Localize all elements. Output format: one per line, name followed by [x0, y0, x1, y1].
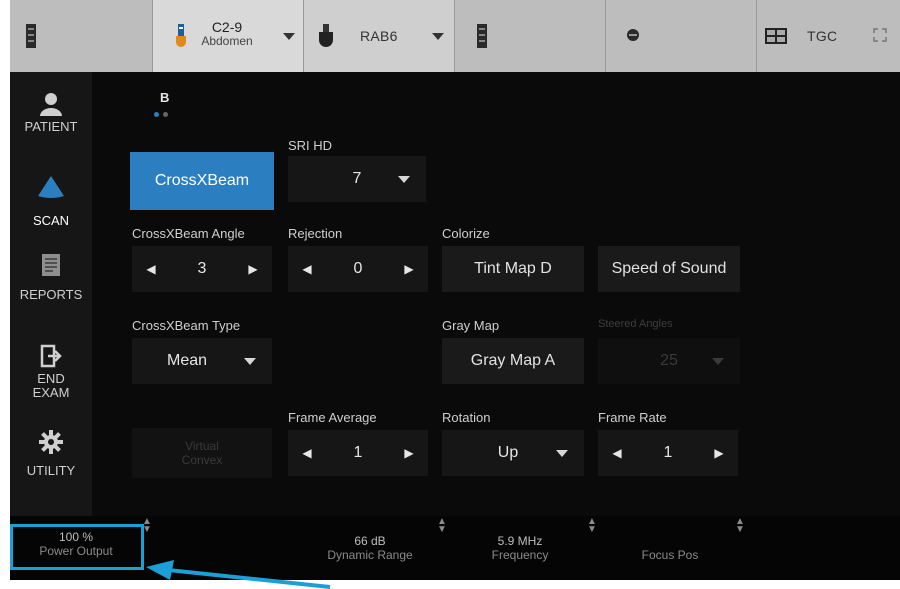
probe-slot-rab6[interactable]: RAB6 — [304, 0, 455, 72]
chevron-down-icon[interactable] — [432, 33, 444, 40]
focus-pos-name: Focus Pos — [641, 548, 699, 562]
probe-name: RAB6 — [360, 28, 398, 44]
gray-map-label: Gray Map — [442, 318, 500, 333]
probe-slot-empty-2[interactable] — [455, 0, 606, 72]
mode-label: B — [160, 90, 170, 105]
frequency-stat[interactable]: 5.9 MHz Frequency — [470, 534, 570, 563]
sidebar-item-end-exam[interactable]: END EXAM — [10, 344, 92, 399]
chevron-left-icon[interactable]: ◀ — [610, 446, 624, 460]
chevron-right-icon[interactable]: ▶ — [402, 262, 416, 276]
chevron-down-icon — [244, 358, 256, 365]
chevron-left-icon[interactable]: ◀ — [300, 262, 314, 276]
sidebar-item-label: PATIENT — [24, 119, 78, 134]
page-dot-active — [154, 112, 159, 117]
chevron-right-icon[interactable]: ▶ — [246, 262, 260, 276]
updown-icon[interactable]: ▲ ▼ — [437, 517, 447, 535]
sidebar: PATIENT SCAN REPORTS END EXAM UTILITY — [10, 72, 92, 516]
sidebar-item-label: REPORTS — [19, 287, 83, 302]
dynamic-range-stat[interactable]: 66 dB Dynamic Range — [310, 534, 430, 563]
chevron-down-icon — [712, 358, 724, 365]
tgc-button[interactable]: TGC — [757, 0, 900, 72]
frame-average-label: Frame Average — [288, 410, 377, 425]
probe-slot-empty-1[interactable] — [10, 0, 153, 72]
sidebar-item-scan[interactable]: SCAN — [10, 176, 92, 228]
rejection-stepper[interactable]: ◀ 0 ▶ — [288, 246, 428, 292]
steered-angles-value: 25 — [660, 352, 678, 369]
reports-icon — [42, 254, 60, 276]
updown-icon[interactable]: ▲ ▼ — [587, 517, 597, 535]
page-indicator[interactable] — [154, 112, 168, 117]
updown-icon[interactable]: ▲ ▼ — [735, 517, 745, 535]
power-output-highlight-box — [10, 524, 144, 570]
expand-icon[interactable] — [873, 28, 887, 42]
sidebar-item-label: UTILITY — [26, 463, 76, 478]
crossxbeam-angle-value: 3 — [197, 260, 207, 277]
colorize-label: Colorize — [442, 226, 490, 241]
ultrasound-screen: C2-9 Abdomen RAB6 TGC PATIENT SCAN REPOR… — [10, 0, 900, 580]
virtual-convex-label: Virtual Convex — [181, 438, 223, 467]
focus-pos-stat[interactable]: Focus Pos — [610, 534, 730, 562]
crossxbeam-type-value: Mean — [166, 352, 208, 369]
probe-name: C2-9 — [211, 19, 243, 35]
probe-connector-icon — [26, 24, 36, 48]
frame-average-value: 1 — [353, 444, 363, 461]
frame-rate-stepper[interactable]: ◀ 1 ▶ — [598, 430, 738, 476]
probe-icon — [176, 24, 186, 47]
dynamic-range-name: Dynamic Range — [327, 548, 413, 563]
dynamic-range-value: 66 dB — [354, 534, 386, 548]
colorize-button[interactable]: Tint Map D — [442, 246, 584, 292]
sidebar-item-patient[interactable]: PATIENT — [10, 92, 92, 134]
crossxbeam-angle-label: CrossXBeam Angle — [132, 226, 245, 241]
probe-slot-c2-9[interactable]: C2-9 Abdomen — [153, 0, 304, 72]
chevron-left-icon[interactable]: ◀ — [144, 262, 158, 276]
rejection-value: 0 — [353, 260, 363, 277]
speed-of-sound-button[interactable]: Speed of Sound — [598, 246, 740, 292]
probe-connector-icon — [477, 24, 487, 48]
probe-bar: C2-9 Abdomen RAB6 TGC — [10, 0, 900, 72]
patient-icon — [40, 93, 62, 116]
chevron-down-icon — [398, 176, 410, 183]
focus-pos-value — [610, 534, 730, 548]
frame-average-stepper[interactable]: ◀ 1 ▶ — [288, 430, 428, 476]
rejection-label: Rejection — [288, 226, 343, 241]
sidebar-item-reports[interactable]: REPORTS — [10, 252, 92, 302]
probe-pencil-icon — [627, 29, 639, 41]
page-dot — [163, 112, 168, 117]
control-panel: B CrossXBeam SRI HD 7 CrossXBeam Angle R… — [92, 72, 900, 516]
probe-slot-pencil[interactable] — [606, 0, 757, 72]
rotation-label: Rotation — [442, 410, 491, 425]
gear-icon — [39, 430, 63, 454]
chevron-right-icon[interactable]: ▶ — [712, 446, 726, 460]
scan-icon — [38, 176, 64, 198]
crossxbeam-type-dropdown[interactable]: Mean — [132, 338, 272, 384]
virtual-convex-button: Virtual Convex — [132, 428, 272, 478]
rotation-dropdown[interactable]: Up — [442, 430, 584, 476]
gray-map-button[interactable]: Gray Map A — [442, 338, 584, 384]
frame-rate-value: 1 — [663, 444, 673, 461]
probe-icon — [319, 24, 333, 47]
crossxbeam-type-label: CrossXBeam Type — [132, 318, 241, 333]
tgc-label: TGC — [807, 28, 838, 44]
frequency-name: Frequency — [491, 548, 549, 563]
steered-angles-dropdown: 25 — [598, 338, 740, 384]
frame-rate-label: Frame Rate — [598, 410, 667, 425]
sri-hd-dropdown[interactable]: 7 — [288, 156, 426, 202]
chevron-down-icon — [556, 450, 568, 457]
probe-preset: Abdomen — [201, 33, 253, 48]
frequency-value: 5.9 MHz — [497, 534, 543, 548]
sri-hd-label: SRI HD — [288, 138, 333, 153]
sri-hd-value: 7 — [352, 170, 362, 187]
sidebar-item-label: SCAN — [32, 213, 70, 228]
rotation-value: Up — [497, 444, 519, 461]
crossxbeam-button[interactable]: CrossXBeam — [130, 152, 274, 210]
sidebar-item-utility[interactable]: UTILITY — [10, 430, 92, 478]
steered-angles-label: Steered Angles — [598, 318, 673, 330]
chevron-right-icon[interactable]: ▶ — [402, 446, 416, 460]
chevron-down-icon[interactable] — [283, 33, 295, 40]
sidebar-item-label: END EXAM — [32, 371, 70, 400]
tgc-icon — [765, 28, 787, 44]
crossxbeam-angle-stepper[interactable]: ◀ 3 ▶ — [132, 246, 272, 292]
end-exam-icon — [40, 344, 62, 368]
chevron-left-icon[interactable]: ◀ — [300, 446, 314, 460]
